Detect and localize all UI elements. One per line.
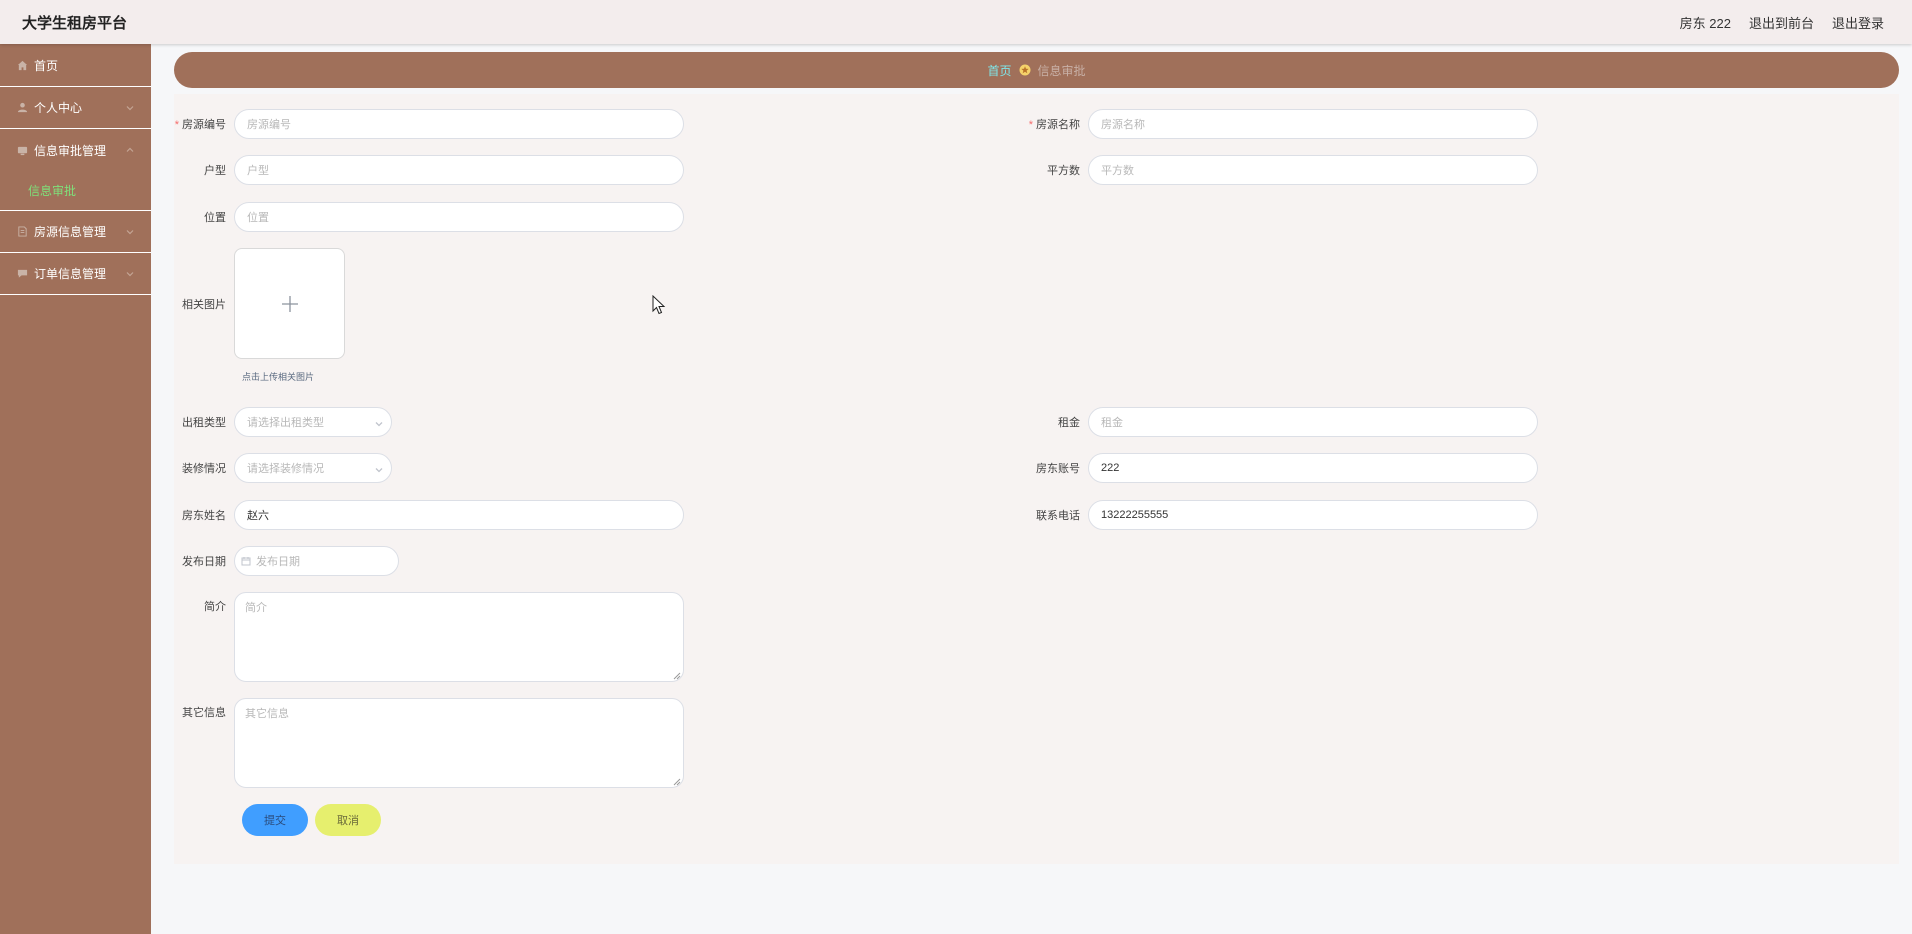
form-row-rent-type: 出租类型 请选择出租类型 <box>174 407 392 437</box>
field-label: 房东姓名 <box>182 510 226 522</box>
sidebar-subitem-approval[interactable]: 信息审批 <box>0 171 151 211</box>
submit-button[interactable]: 提交 <box>242 804 308 836</box>
plus-icon <box>281 295 298 312</box>
form-row-landlord-name: 房东姓名 赵六 <box>174 500 684 530</box>
form-row-house-no: * 房源编号 房源编号 <box>174 109 684 139</box>
field-label: 相关图片 <box>182 298 226 311</box>
sidebar-item-label: 房源信息管理 <box>34 225 107 239</box>
landlord-account-input[interactable]: 222 <box>1088 453 1538 483</box>
chevron-down-icon <box>125 102 135 112</box>
field-label: 发布日期 <box>182 556 226 568</box>
form-row-phone: 联系电话 13222255555 <box>1028 500 1538 530</box>
chevron-down-icon <box>125 268 135 278</box>
sidebar: 首页 个人中心 信息审批管理 信息审批 房源信息管理 订单信息管理 <box>0 44 151 934</box>
form-row-publish-date: 发布日期 发布日期 <box>174 546 399 576</box>
breadcrumb-home[interactable]: 首页 <box>987 62 1011 79</box>
user-icon <box>16 102 28 114</box>
top-header: 大学生租房平台 房东 222 退出到前台 退出登录 <box>0 0 1912 44</box>
app-title: 大学生租房平台 <box>22 14 128 32</box>
chevron-down-icon <box>375 419 383 427</box>
area-input[interactable]: 平方数 <box>1088 155 1538 185</box>
form-row-photos: 相关图片 <box>174 248 345 359</box>
intro-textarea[interactable]: 简介 <box>234 592 684 682</box>
form-row-landlord-account: 房东账号 222 <box>1028 453 1538 483</box>
main-content: 首页 信息审批 * 房源编号 房源编号 * 房源名称 房源名称 户型 户型 平方数 … <box>151 44 1912 934</box>
form-row-other: 其它信息 其它信息 <box>174 698 684 788</box>
field-label: * 房源编号 <box>174 119 226 131</box>
field-label: 出租类型 <box>182 417 226 429</box>
sidebar-item-approval-management[interactable]: 信息审批管理 <box>0 129 151 171</box>
form-row-house-name: * 房源名称 房源名称 <box>1028 109 1538 139</box>
location-input[interactable]: 位置 <box>234 202 684 232</box>
breadcrumb: 首页 信息审批 <box>174 52 1899 88</box>
field-label: 联系电话 <box>1036 510 1080 522</box>
field-label: 其它信息 <box>182 707 226 719</box>
star-icon <box>1019 64 1031 76</box>
sidebar-item-house-management[interactable]: 房源信息管理 <box>0 211 151 253</box>
layout-input[interactable]: 户型 <box>234 155 684 185</box>
approval-form: * 房源编号 房源编号 * 房源名称 房源名称 户型 户型 平方数 平方数 位置 位… <box>174 94 1899 864</box>
field-label: 位置 <box>204 212 226 224</box>
chevron-down-icon <box>125 226 135 236</box>
document-icon <box>16 226 28 238</box>
sidebar-item-label: 个人中心 <box>34 101 83 115</box>
resize-handle-icon[interactable] <box>673 671 681 680</box>
sidebar-item-label: 信息审批管理 <box>34 143 107 158</box>
logout-link[interactable]: 退出登录 <box>1832 13 1884 32</box>
house-no-input[interactable]: 房源编号 <box>234 109 684 139</box>
photo-upload[interactable] <box>234 248 345 359</box>
decoration-select[interactable]: 请选择装修情况 <box>234 453 392 483</box>
sidebar-item-order-management[interactable]: 订单信息管理 <box>0 253 151 295</box>
mouse-cursor-icon <box>652 295 666 315</box>
calendar-icon <box>241 556 251 566</box>
form-row-intro: 简介 简介 <box>174 592 684 682</box>
field-label: 简介 <box>204 601 226 613</box>
field-label: 平方数 <box>1047 165 1080 177</box>
chat-icon <box>16 268 28 280</box>
rent-input[interactable]: 租金 <box>1088 407 1538 437</box>
cancel-button[interactable]: 取消 <box>315 804 381 836</box>
resize-handle-icon[interactable] <box>673 777 681 786</box>
field-label: 房东账号 <box>1036 463 1080 475</box>
header-actions: 房东 222 退出到前台 退出登录 <box>1680 13 1884 32</box>
chevron-down-icon <box>375 465 383 473</box>
publish-date-picker[interactable]: 发布日期 <box>234 546 399 576</box>
home-icon <box>16 59 28 71</box>
phone-input[interactable]: 13222255555 <box>1088 500 1538 530</box>
sidebar-item-label: 首页 <box>34 58 59 73</box>
upload-tip: 点击上传相关图片 <box>242 372 315 382</box>
monitor-icon <box>16 144 28 156</box>
field-label: 户型 <box>204 165 226 177</box>
other-textarea[interactable]: 其它信息 <box>234 698 684 788</box>
sidebar-item-personal-center[interactable]: 个人中心 <box>0 87 151 129</box>
field-label: 装修情况 <box>182 463 226 475</box>
field-label: 租金 <box>1058 417 1080 429</box>
rent-type-select[interactable]: 请选择出租类型 <box>234 407 392 437</box>
form-row-layout: 户型 户型 <box>174 155 684 185</box>
form-actions: 提交 取消 <box>242 804 381 836</box>
breadcrumb-current: 信息审批 <box>1037 63 1086 78</box>
sidebar-item-home[interactable]: 首页 <box>0 44 151 87</box>
form-row-rent: 租金 租金 <box>1028 407 1538 437</box>
landlord-name-input[interactable]: 赵六 <box>234 500 684 530</box>
form-row-decoration: 装修情况 请选择装修情况 <box>174 453 392 483</box>
form-row-area: 平方数 平方数 <box>1028 155 1538 185</box>
form-row-location: 位置 位置 <box>174 202 684 232</box>
sidebar-item-label: 订单信息管理 <box>34 267 107 281</box>
back-to-front-link[interactable]: 退出到前台 <box>1749 13 1814 32</box>
house-name-input[interactable]: 房源名称 <box>1088 109 1538 139</box>
chevron-up-icon <box>125 144 135 154</box>
field-label: * 房源名称 <box>1028 119 1080 131</box>
user-label: 房东 222 <box>1679 15 1731 31</box>
